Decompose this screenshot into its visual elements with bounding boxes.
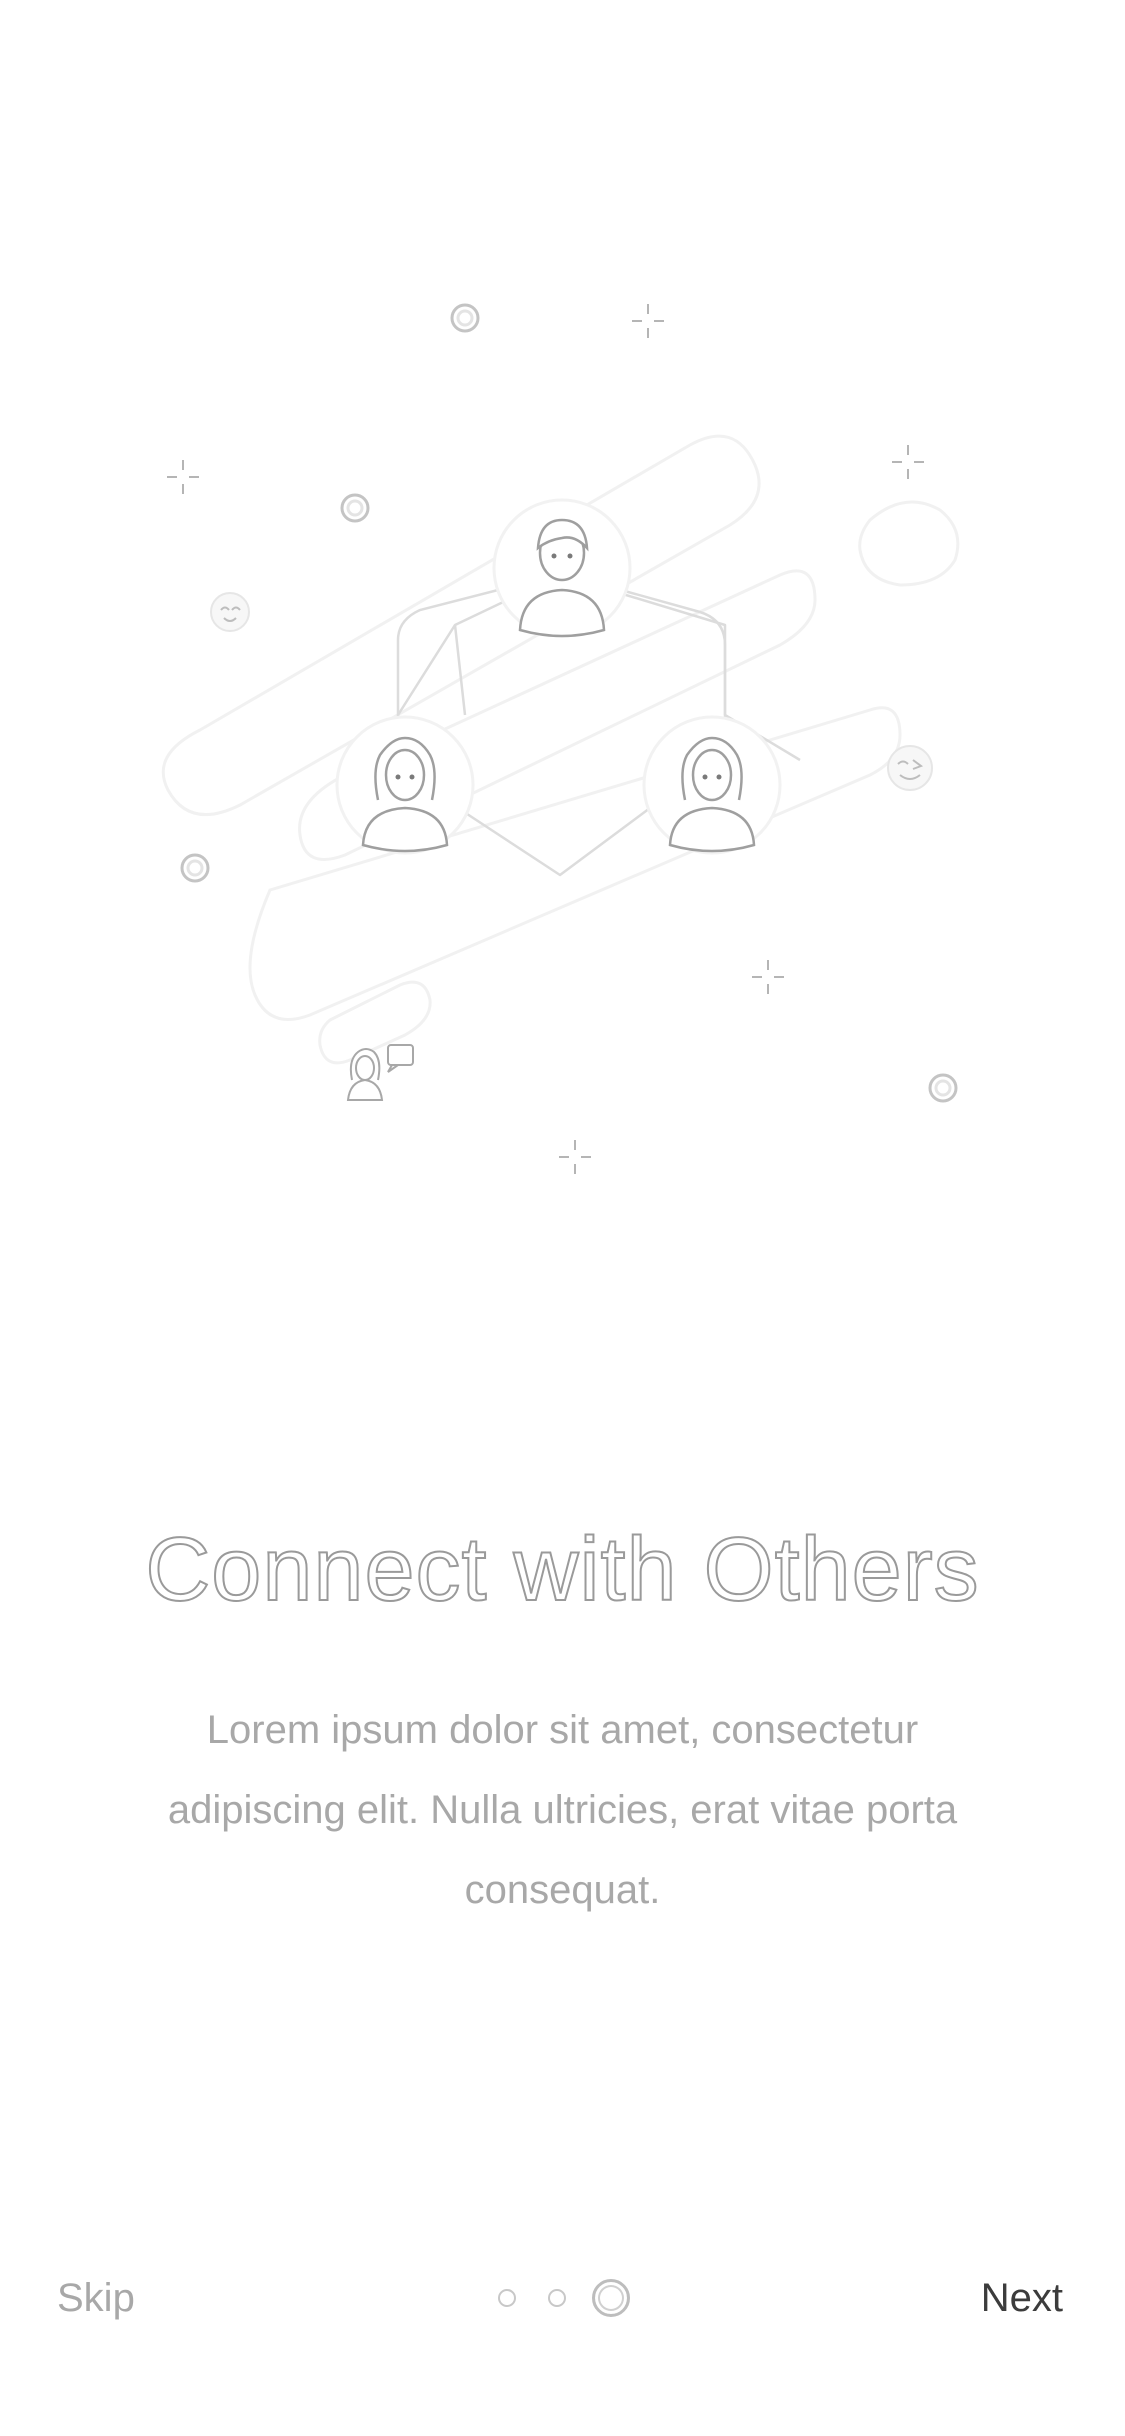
person-female-icon: [335, 715, 475, 855]
person-male-icon: [492, 498, 632, 638]
person-female-icon: [642, 715, 782, 855]
skip-button[interactable]: Skip: [57, 2268, 135, 2328]
page-dot[interactable]: [548, 2289, 566, 2307]
ring-icon: [180, 303, 958, 1103]
wink-emoji-icon: [887, 745, 933, 791]
sparkle-icon: [167, 304, 924, 1174]
page-title: Connect with Others: [144, 1519, 980, 1621]
next-button[interactable]: Next: [981, 2268, 1063, 2328]
network-illustration: [161, 303, 960, 1174]
smile-emoji-icon: [210, 592, 250, 632]
chat-person-icon: [346, 1044, 414, 1101]
page-dot-active[interactable]: [592, 2279, 630, 2317]
page-dot[interactable]: [498, 2289, 516, 2307]
page-indicator: [490, 2275, 640, 2320]
page-description: Lorem ipsum dolor sit amet, consectetur …: [167, 1708, 958, 1912]
